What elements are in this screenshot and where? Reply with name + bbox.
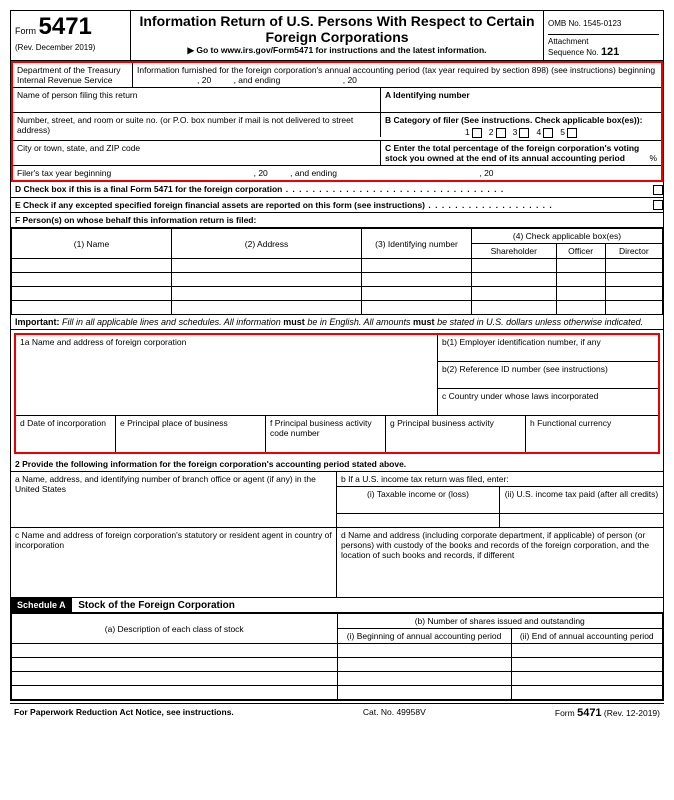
sequence-label: Sequence No. bbox=[548, 48, 599, 57]
schedule-a-header: Schedule A Stock of the Foreign Corporat… bbox=[11, 598, 663, 613]
cat-5-checkbox[interactable] bbox=[567, 128, 577, 138]
table-row[interactable] bbox=[12, 273, 663, 287]
table-row[interactable] bbox=[12, 658, 663, 672]
address-field[interactable]: Number, street, and room or suite no. (o… bbox=[13, 113, 381, 137]
branch-office[interactable]: a Name, address, and identifying number … bbox=[11, 472, 337, 527]
identifying-number-field[interactable]: A Identifying number bbox=[381, 88, 661, 112]
voting-pct-field[interactable]: C Enter the total percentage of the fore… bbox=[381, 141, 661, 165]
dept-cell: Department of the Treasury Internal Reve… bbox=[13, 63, 133, 87]
paperwork-notice: For Paperwork Reduction Act Notice, see … bbox=[14, 707, 234, 719]
form-label: Form bbox=[15, 26, 36, 36]
schedule-a-label: Schedule A bbox=[11, 598, 72, 612]
col-begin: (i) Beginning of annual accounting perio… bbox=[337, 629, 511, 644]
table-row[interactable] bbox=[12, 259, 663, 273]
corp-name-address[interactable]: 1a Name and address of foreign corporati… bbox=[16, 335, 438, 415]
statutory-agent[interactable]: c Name and address of foreign corporatio… bbox=[11, 528, 337, 597]
us-return-header: b If a U.S. income tax return was filed,… bbox=[337, 472, 663, 487]
ein-field[interactable]: b(1) Employer identification number, if … bbox=[438, 335, 658, 362]
revision: (Rev. December 2019) bbox=[15, 43, 126, 52]
incorp-date[interactable]: d Date of incorporation bbox=[16, 416, 116, 452]
line-2-lead: 2 Provide the following information for … bbox=[11, 457, 663, 471]
col-shareholder: Shareholder bbox=[472, 244, 557, 259]
catalog-number: Cat. No. 49958V bbox=[363, 707, 426, 719]
activity-code[interactable]: f Principal business activity code numbe… bbox=[266, 416, 386, 452]
cat-1-checkbox[interactable] bbox=[472, 128, 482, 138]
form-id-footer: Form 5471 (Rev. 12-2019) bbox=[555, 707, 660, 719]
table-row[interactable] bbox=[12, 672, 663, 686]
line-e: E Check if any excepted specified foreig… bbox=[11, 198, 647, 213]
col-name: (1) Name bbox=[12, 229, 172, 259]
col-address: (2) Address bbox=[172, 229, 362, 259]
line-d: D Check box if this is a final Form 5471… bbox=[11, 182, 647, 197]
col-director: Director bbox=[605, 244, 662, 259]
header-left: Form 5471 (Rev. December 2019) bbox=[11, 11, 131, 60]
table-row[interactable] bbox=[12, 644, 663, 658]
filer-info-section: Department of the Treasury Internal Reve… bbox=[11, 61, 663, 182]
table-header-row: (1) Name (2) Address (3) Identifying num… bbox=[12, 229, 663, 244]
activity[interactable]: g Principal business activity bbox=[386, 416, 526, 452]
stock-table: (a) Description of each class of stock (… bbox=[11, 613, 663, 700]
cat-4-checkbox[interactable] bbox=[543, 128, 553, 138]
goto-link: ▶ Go to www.irs.gov/Form5471 for instruc… bbox=[135, 45, 539, 56]
col-checkboxes: (4) Check applicable box(es) bbox=[472, 229, 663, 244]
table-row[interactable] bbox=[12, 686, 663, 700]
filer-name-field[interactable]: Name of person filing this return bbox=[13, 88, 381, 112]
cat-3-checkbox[interactable] bbox=[519, 128, 529, 138]
irs: Internal Revenue Service bbox=[17, 75, 112, 85]
final-checkbox[interactable] bbox=[653, 185, 663, 195]
dept: Department of the Treasury bbox=[17, 65, 120, 75]
category-field: B Category of filer (See instructions. C… bbox=[381, 113, 661, 140]
form-number: 5471 bbox=[39, 13, 92, 40]
form-header: Form 5471 (Rev. December 2019) Informati… bbox=[11, 11, 663, 61]
line-f: F Person(s) on whose behalf this informa… bbox=[11, 213, 663, 227]
col-end: (ii) End of annual accounting period bbox=[511, 629, 662, 644]
col-shares: (b) Number of shares issued and outstand… bbox=[337, 614, 663, 629]
header-center: Information Return of U.S. Persons With … bbox=[131, 11, 543, 60]
table-row[interactable] bbox=[12, 287, 663, 301]
taxable-income[interactable]: (i) Taxable income or (loss) bbox=[337, 487, 500, 513]
country-field[interactable]: c Country under whose laws incorporated bbox=[438, 389, 658, 415]
sequence-number: 121 bbox=[601, 46, 619, 58]
period-info: Information furnished for the foreign co… bbox=[133, 63, 661, 87]
cat-2-checkbox[interactable] bbox=[496, 128, 506, 138]
custody-person[interactable]: d Name and address (including corporate … bbox=[337, 528, 663, 597]
attachment-label: Attachment bbox=[548, 37, 588, 46]
col-identifying: (3) Identifying number bbox=[362, 229, 472, 259]
city-field[interactable]: City or town, state, and ZIP code bbox=[13, 141, 381, 165]
col-stock-desc: (a) Description of each class of stock bbox=[12, 614, 338, 644]
tax-paid[interactable]: (ii) U.S. income tax paid (after all cre… bbox=[500, 487, 663, 513]
ref-id-field[interactable]: b(2) Reference ID number (see instructio… bbox=[438, 362, 658, 389]
tax-year-field[interactable]: Filer's tax year beginning , 20 , and en… bbox=[13, 166, 661, 180]
currency[interactable]: h Functional currency bbox=[526, 416, 658, 452]
schedule-a-title: Stock of the Foreign Corporation bbox=[78, 600, 235, 611]
col-officer: Officer bbox=[556, 244, 605, 259]
form-footer: For Paperwork Reduction Act Notice, see … bbox=[10, 703, 664, 722]
form-5471: Form 5471 (Rev. December 2019) Informati… bbox=[10, 10, 664, 701]
important-note: Important: Fill in all applicable lines … bbox=[11, 315, 663, 330]
omb-number: OMB No. 1545-0123 bbox=[548, 13, 659, 35]
persons-table: (1) Name (2) Address (3) Identifying num… bbox=[11, 228, 663, 315]
excepted-checkbox[interactable] bbox=[653, 200, 663, 210]
header-right: OMB No. 1545-0123 Attachment Sequence No… bbox=[543, 11, 663, 60]
principal-place[interactable]: e Principal place of business bbox=[116, 416, 266, 452]
foreign-corp-section: 1a Name and address of foreign corporati… bbox=[14, 333, 660, 454]
form-title: Information Return of U.S. Persons With … bbox=[135, 13, 539, 45]
table-row[interactable] bbox=[12, 301, 663, 315]
